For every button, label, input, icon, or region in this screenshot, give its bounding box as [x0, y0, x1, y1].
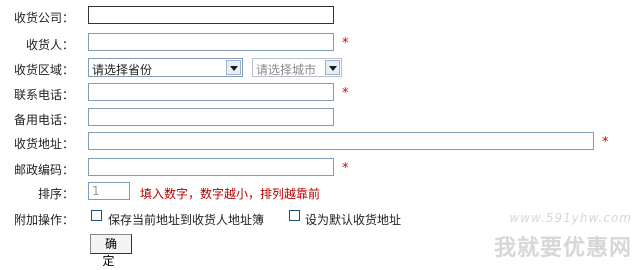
required-marker: * — [342, 36, 349, 51]
address-row: 收货地址： * — [0, 131, 636, 155]
order-row: 排序： 填入数字，数字越小，排列越靠前 — [0, 181, 636, 205]
submit-button[interactable]: 确 定 — [90, 234, 132, 268]
postcode-row: 邮政编码： * — [0, 157, 636, 181]
company-label: 收货公司： — [13, 11, 74, 25]
backup-phone-row: 备用电话： — [0, 107, 636, 131]
extra-label: 附加操作： — [13, 213, 74, 227]
backup-phone-label: 备用电话： — [13, 113, 74, 127]
save-to-book-checkbox[interactable] — [91, 210, 102, 221]
order-input[interactable] — [88, 182, 130, 200]
required-marker: * — [342, 161, 349, 176]
company-input[interactable] — [88, 6, 334, 24]
address-label: 收货地址： — [13, 137, 74, 151]
watermark-url: www.591yhw.com — [509, 211, 632, 225]
phone-row: 联系电话： * — [0, 82, 636, 106]
set-default-checkbox[interactable] — [289, 210, 300, 221]
province-select-value: 请选择省份 — [92, 63, 153, 77]
region-label: 收货区域： — [13, 63, 74, 77]
city-select-value: 请选择城市 — [256, 63, 317, 77]
province-select[interactable]: 请选择省份 — [88, 58, 243, 77]
receiver-input[interactable] — [88, 33, 334, 51]
watermark-name: 我就要优惠网 — [493, 236, 632, 261]
receiver-row: 收货人： * — [0, 32, 636, 56]
set-default-label[interactable]: 设为默认收货地址 — [305, 211, 401, 228]
city-select[interactable]: 请选择城市 — [252, 58, 342, 77]
company-row: 收货公司： — [0, 5, 636, 29]
required-marker: * — [342, 86, 349, 101]
chevron-down-icon[interactable] — [325, 60, 340, 75]
order-label: 排序： — [37, 187, 74, 201]
region-row: 收货区域： 请选择省份 请选择城市 — [0, 57, 636, 81]
phone-label: 联系电话： — [13, 88, 74, 102]
chevron-down-icon[interactable] — [226, 60, 241, 75]
required-marker: * — [602, 135, 609, 150]
address-input[interactable] — [88, 132, 594, 150]
postcode-input[interactable] — [88, 158, 334, 176]
backup-phone-input[interactable] — [88, 108, 334, 126]
postcode-label: 邮政编码： — [13, 163, 74, 177]
phone-input[interactable] — [88, 83, 334, 101]
receiver-label: 收货人： — [25, 38, 74, 52]
order-hint: 填入数字，数字越小，排列越靠前 — [140, 187, 321, 201]
save-to-book-label[interactable]: 保存当前地址到收货人地址簿 — [108, 211, 264, 228]
